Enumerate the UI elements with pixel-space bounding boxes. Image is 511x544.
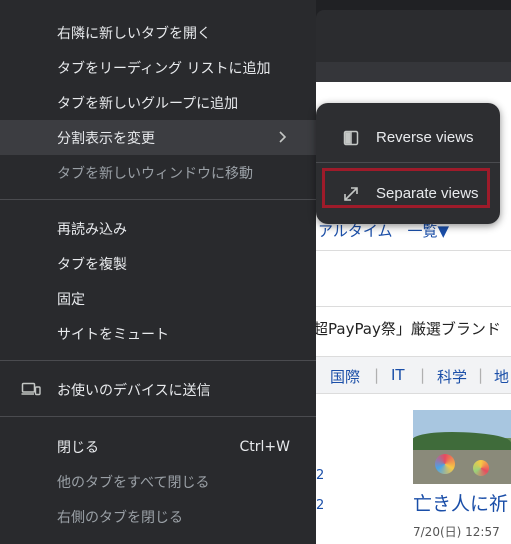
menu-item-reload[interactable]: 再読み込み	[0, 211, 316, 246]
devices-icon	[21, 382, 41, 396]
promo-banner-text[interactable]: 超PayPay祭」厳選ブランド	[313, 318, 501, 339]
news-thumbnail[interactable]	[413, 410, 511, 484]
nav-item-it[interactable]: IT	[391, 366, 405, 384]
menu-item-label: 右隣に新しいタブを開く	[57, 25, 211, 42]
menu-item-label: 分割表示を変更	[57, 130, 155, 147]
menu-item-add-to-new-group[interactable]: タブを新しいグループに追加	[0, 85, 316, 120]
menu-separator	[0, 416, 316, 417]
menu-item-mute-site[interactable]: サイトをミュート	[0, 316, 316, 351]
menu-item-label: サイトをミュート	[57, 326, 169, 343]
menu-item-label: 他のタブをすべて閉じる	[57, 474, 210, 491]
news-timestamp: 7/20(日) 12:57	[413, 525, 500, 539]
news-title[interactable]: 亡き人に祈り	[413, 489, 511, 516]
submenu-item-label: Reverse views	[376, 129, 474, 146]
menu-item-move-to-new-window: タブを新しいウィンドウに移動	[0, 155, 316, 190]
menu-item-close-other-tabs: 他のタブをすべて閉じる	[0, 464, 316, 499]
nav-item-science[interactable]: 科学	[437, 366, 467, 387]
reverse-views-icon	[343, 130, 359, 146]
highlight-box	[322, 168, 490, 208]
menu-item-label: 固定	[57, 291, 85, 308]
list-fragment: 2	[316, 468, 325, 483]
chevron-right-icon	[279, 131, 287, 143]
menu-item-send-to-devices[interactable]: お使いのデバイスに送信	[0, 372, 316, 407]
menu-item-add-to-reading-list[interactable]: タブをリーディング リストに追加	[0, 50, 316, 85]
submenu-item-reverse-views[interactable]: Reverse views	[316, 115, 500, 159]
nav-item-region[interactable]: 地	[494, 366, 509, 387]
divider	[316, 306, 511, 307]
split-view-submenu: Reverse views Separate views	[316, 103, 500, 224]
nav-separator: |	[420, 366, 426, 384]
menu-item-label: タブを新しいウィンドウに移動	[57, 165, 253, 182]
menu-item-label: タブをリーディング リストに追加	[57, 60, 271, 77]
shortcut-text: Ctrl+W	[239, 438, 290, 455]
menu-item-label: お使いのデバイスに送信	[57, 382, 211, 399]
menu-item-pin[interactable]: 固定	[0, 281, 316, 316]
nav-separator: |	[374, 366, 380, 384]
menu-item-label: タブを複製	[57, 256, 127, 273]
nav-separator: |	[478, 366, 484, 384]
menu-item-close[interactable]: 閉じる Ctrl+W	[0, 429, 316, 464]
divider	[316, 250, 511, 251]
menu-separator	[0, 360, 316, 361]
menu-item-new-tab-right[interactable]: 右隣に新しいタブを開く	[0, 15, 316, 50]
menu-item-change-split-view[interactable]: 分割表示を変更	[0, 120, 316, 155]
list-fragment: 2	[316, 498, 325, 513]
menu-item-label: 再読み込み	[57, 221, 127, 238]
menu-separator	[0, 199, 316, 200]
active-tab-area	[316, 10, 511, 62]
tab-context-menu: 右隣に新しいタブを開く タブをリーディング リストに追加 タブを新しいグループに…	[0, 0, 316, 544]
nav-item-international[interactable]: 国際	[330, 366, 360, 387]
menu-item-close-tabs-right: 右側のタブを閉じる	[0, 499, 316, 534]
menu-item-label: 閉じる	[57, 439, 99, 456]
menu-item-duplicate[interactable]: タブを複製	[0, 246, 316, 281]
submenu-separator	[316, 162, 500, 163]
menu-item-label: 右側のタブを閉じる	[57, 509, 183, 526]
menu-item-label: タブを新しいグループに追加	[57, 95, 239, 112]
category-nav: 国際 | IT | 科学 | 地	[316, 356, 511, 394]
